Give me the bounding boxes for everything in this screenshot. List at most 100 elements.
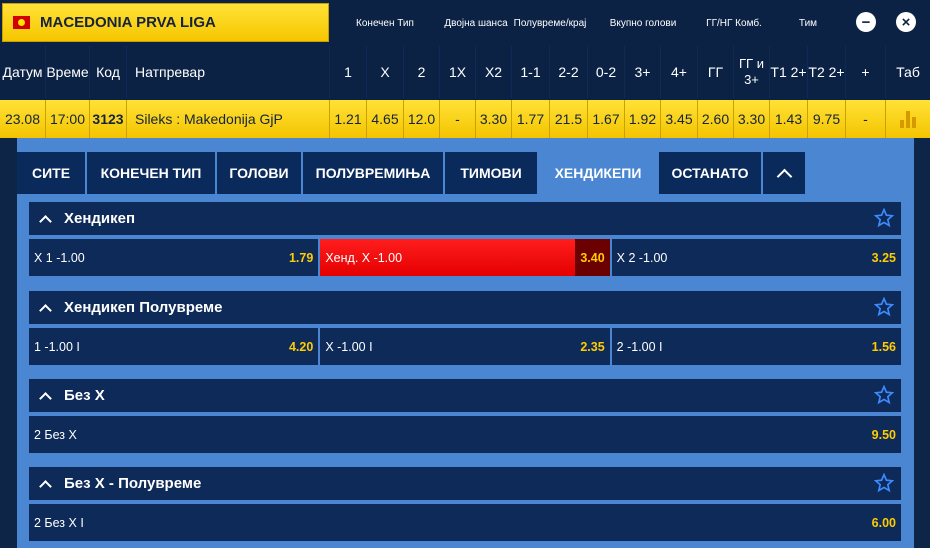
odds-table-header: MACEDONIA PRVA LIGA Конечен Тип Двојна ш… xyxy=(0,0,930,100)
market-title: Хендикеп Полувреме xyxy=(64,299,223,316)
star-icon[interactable] xyxy=(874,473,894,493)
odd-option[interactable]: 2 -1.00 I 1.56 xyxy=(611,328,901,365)
group-halftime-fulltime: Полувреме/крај xyxy=(513,17,587,29)
col-2: 2 xyxy=(404,46,440,98)
col-code: Код xyxy=(90,46,127,98)
odd-1-1[interactable]: 1.77 xyxy=(512,100,550,138)
group-total-goals: Вкупно голови xyxy=(609,17,677,29)
odd-gg-3plus[interactable]: 3.30 xyxy=(734,100,770,138)
market-tabs: СИТЕ КОНЕЧЕН ТИП ГОЛОВИ ПОЛУВРЕМИЊА ТИМО… xyxy=(17,152,807,194)
group-final-type: Конечен Тип xyxy=(356,17,414,29)
flag-icon xyxy=(13,16,30,29)
option-label: 1 -1.00 I xyxy=(34,339,80,354)
odd-option[interactable]: 2 Без X I 6.00 xyxy=(29,504,901,541)
odd-t1-2plus[interactable]: 1.43 xyxy=(770,100,808,138)
option-value: 1.79 xyxy=(288,250,314,265)
tab-other[interactable]: ОСТАНАТО xyxy=(659,152,763,194)
group-team: Тим xyxy=(798,17,818,29)
odd-option-selected[interactable]: Хенд. X -1.00 3.40 xyxy=(320,239,610,276)
league-title-bar[interactable]: MACEDONIA PRVA LIGA xyxy=(2,3,329,42)
odd-4plus[interactable]: 3.45 xyxy=(661,100,698,138)
market-header-no-draw[interactable]: Без X xyxy=(29,379,901,412)
col-2-2: 2-2 xyxy=(550,46,588,98)
group-double-chance: Двојна шанса xyxy=(444,17,508,29)
col-1-1: 1-1 xyxy=(512,46,550,98)
match-row: 23.08 17:00 3123 Sileks : Makedonija GjP… xyxy=(0,100,930,138)
tab-all[interactable]: СИТЕ xyxy=(17,152,87,194)
match-code: 3123 xyxy=(90,100,127,138)
tab-handicaps[interactable]: ХЕНДИКЕПИ xyxy=(539,152,659,194)
odd-gg[interactable]: 2.60 xyxy=(698,100,734,138)
tab-final-type[interactable]: КОНЕЧЕН ТИП xyxy=(87,152,217,194)
market-options-handicap-halftime: 1 -1.00 I 4.20 X -1.00 I 2.35 2 -1.00 I 1.5… xyxy=(29,328,901,365)
col-3plus: 3+ xyxy=(625,46,661,98)
col-time: Време xyxy=(46,46,90,98)
odd-option[interactable]: X 2 -1.00 3.25 xyxy=(611,239,901,276)
group-gg-ng-combo: ГГ/НГ Комб. xyxy=(706,17,762,29)
league-name: MACEDONIA PRVA LIGA xyxy=(40,14,216,31)
tab-halves[interactable]: ПОЛУВРЕМИЊА xyxy=(303,152,445,194)
stats-button[interactable] xyxy=(886,100,930,138)
minimize-button[interactable]: − xyxy=(856,12,876,32)
chevron-up-icon xyxy=(39,303,52,317)
close-button[interactable]: × xyxy=(896,12,916,32)
match-time: 17:00 xyxy=(46,100,90,138)
odd-t2-2plus[interactable]: 9.75 xyxy=(808,100,846,138)
odd-option[interactable]: X 1 -1.00 1.79 xyxy=(29,239,319,276)
col-x2: X2 xyxy=(476,46,512,98)
odd-option[interactable]: 1 -1.00 I 4.20 xyxy=(29,328,319,365)
match-date: 23.08 xyxy=(0,100,46,138)
odd-1x[interactable]: - xyxy=(440,100,476,138)
col-t1-2plus: Т1 2+ xyxy=(770,46,808,98)
odd-more[interactable]: - xyxy=(846,100,886,138)
market-title: Хендикеп xyxy=(64,210,136,227)
col-date: Датум xyxy=(0,46,46,98)
odd-option[interactable]: 2 Без X 9.50 xyxy=(29,416,901,453)
bar-chart-icon xyxy=(900,110,916,128)
chevron-up-icon xyxy=(39,391,52,405)
chevron-up-icon xyxy=(39,479,52,493)
col-gg: ГГ xyxy=(698,46,734,98)
star-icon[interactable] xyxy=(874,297,894,317)
option-value: 4.20 xyxy=(288,339,314,354)
odd-2-2[interactable]: 21.5 xyxy=(550,100,588,138)
star-icon[interactable] xyxy=(874,208,894,228)
market-options-handicap: X 1 -1.00 1.79 Хенд. X -1.00 3.40 X 2 -1.0… xyxy=(29,239,901,276)
market-header-no-draw-halftime[interactable]: Без X - Полувреме xyxy=(29,467,901,500)
col-0-2: 0-2 xyxy=(588,46,625,98)
odd-2[interactable]: 12.0 xyxy=(404,100,440,138)
option-label: X 1 -1.00 xyxy=(34,250,85,265)
odd-x2[interactable]: 3.30 xyxy=(476,100,512,138)
match-name[interactable]: Sileks : Makedonija GjP xyxy=(127,100,330,138)
collapse-tabs-button[interactable] xyxy=(763,152,807,194)
chevron-up-icon xyxy=(776,168,792,184)
market-header-handicap-halftime[interactable]: Хендикеп Полувреме xyxy=(29,291,901,324)
market-title: Без X xyxy=(64,387,105,404)
col-1: 1 xyxy=(330,46,367,98)
option-value: 3.25 xyxy=(871,250,896,265)
odd-0-2[interactable]: 1.67 xyxy=(588,100,625,138)
col-4plus: 4+ xyxy=(661,46,698,98)
odd-x[interactable]: 4.65 xyxy=(367,100,404,138)
option-value: 1.56 xyxy=(871,339,896,354)
option-label: 2 Без X I xyxy=(34,515,84,530)
col-1x: 1X xyxy=(440,46,476,98)
option-value: 2.35 xyxy=(580,339,605,354)
odd-option[interactable]: X -1.00 I 2.35 xyxy=(320,328,610,365)
tab-teams[interactable]: ТИМОВИ xyxy=(445,152,539,194)
col-tab: Таб xyxy=(896,64,920,80)
option-label: X -1.00 I xyxy=(325,339,373,354)
option-value: 6.00 xyxy=(871,515,896,530)
tab-goals[interactable]: ГОЛОВИ xyxy=(217,152,303,194)
option-label: 2 -1.00 I xyxy=(616,339,663,354)
market-options-no-draw: 2 Без X 9.50 xyxy=(29,416,901,453)
star-icon[interactable] xyxy=(874,385,894,405)
odd-1[interactable]: 1.21 xyxy=(330,100,367,138)
market-header-handicap[interactable]: Хендикеп xyxy=(29,202,901,235)
odd-3plus[interactable]: 1.92 xyxy=(625,100,661,138)
col-match: Натпревар xyxy=(127,46,330,98)
option-value: 3.40 xyxy=(575,239,610,276)
col-x: X xyxy=(367,46,404,98)
market-title: Без X - Полувреме xyxy=(64,475,202,492)
option-label: 2 Без X xyxy=(34,427,77,442)
